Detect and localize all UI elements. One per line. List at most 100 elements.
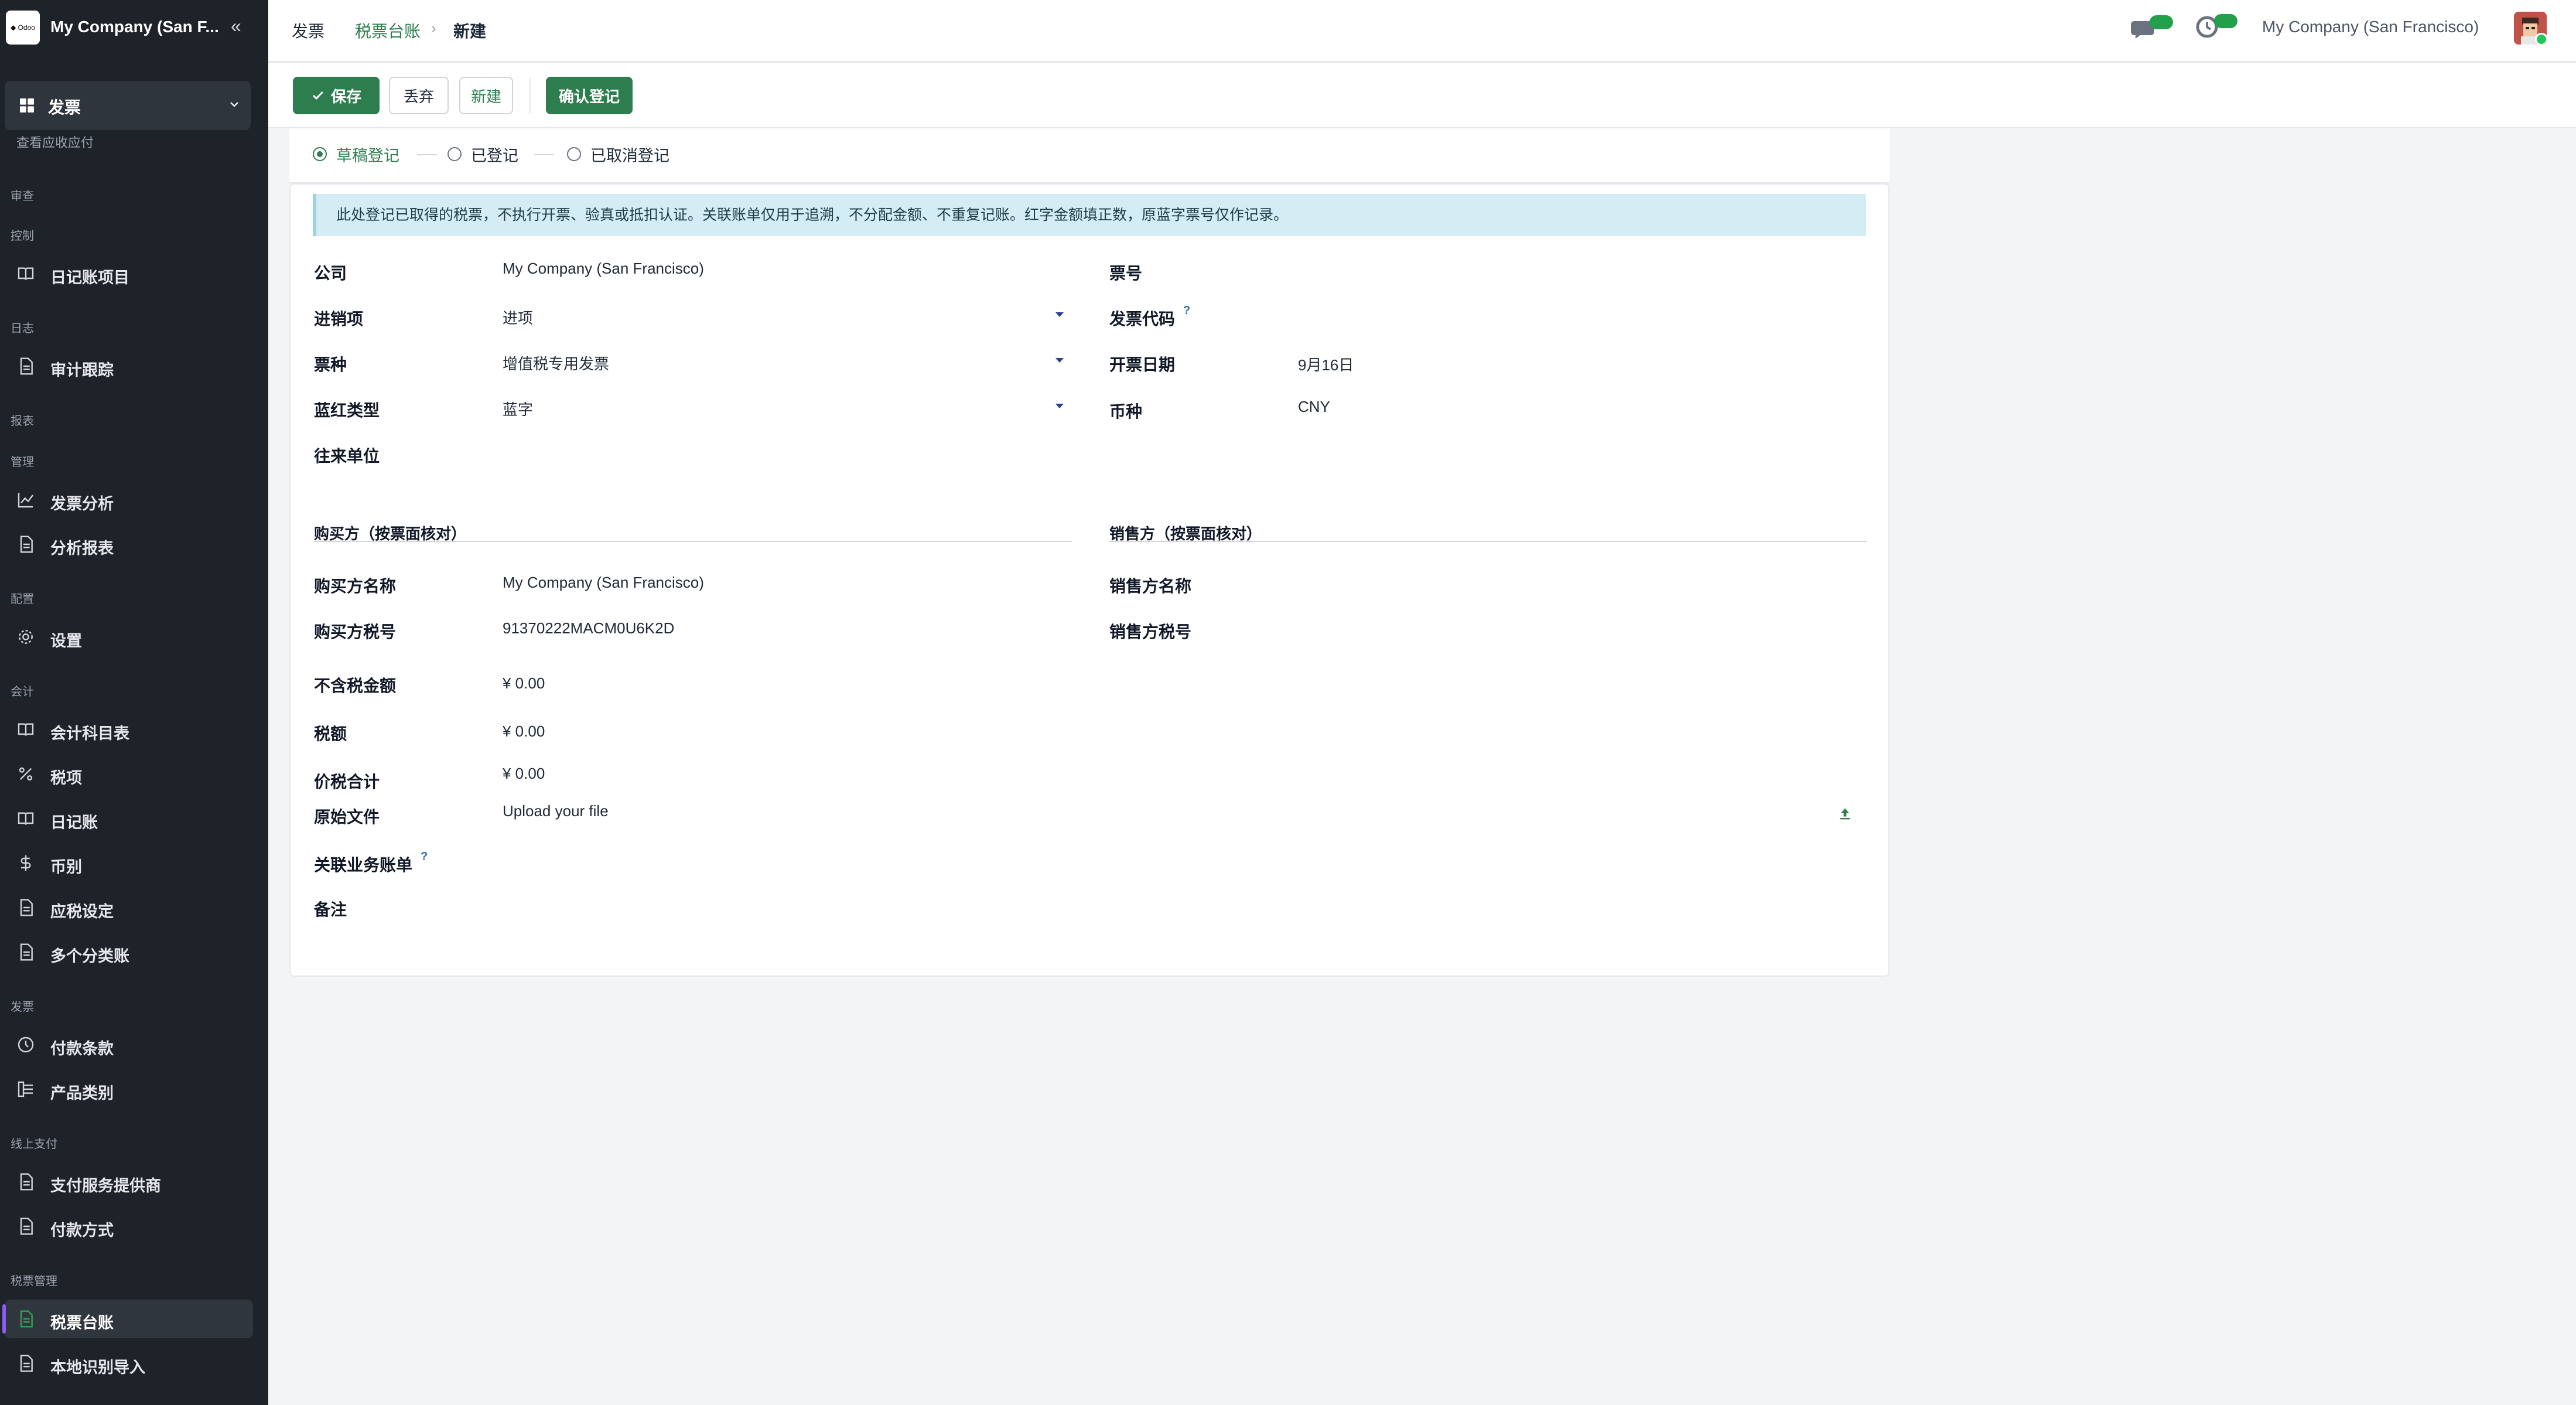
- sidebar-item-analytic-report[interactable]: 分析报表: [5, 525, 253, 564]
- sidebar-item-fiscal-positions[interactable]: 应税设定: [5, 888, 253, 927]
- new-button[interactable]: 新建: [459, 77, 513, 114]
- sidebar-item-payment-terms[interactable]: 付款条款: [5, 1025, 253, 1064]
- line-chart-icon: [18, 493, 33, 508]
- sidebar-item-label: 付款条款: [50, 1040, 114, 1058]
- save-button[interactable]: 保存: [293, 77, 380, 114]
- sidebar-item-multi-ledgers[interactable]: 多个分类账: [5, 933, 253, 971]
- sidebar-item-product-categories[interactable]: 产品类别: [5, 1070, 253, 1109]
- breadcrumb-root[interactable]: 发票: [292, 19, 324, 42]
- collapse-sidebar-icon[interactable]: «: [231, 15, 241, 37]
- chevron-down-icon: [230, 102, 238, 107]
- company-field[interactable]: My Company (San Francisco): [503, 260, 704, 278]
- section-title: 日志: [11, 322, 34, 335]
- upload-icon[interactable]: [1837, 806, 1853, 822]
- sidebar-item-invoice-analysis[interactable]: 发票分析: [5, 480, 253, 519]
- seller-name-field[interactable]: [1298, 574, 1854, 595]
- app-label: 发票: [48, 98, 81, 117]
- dropdown-caret-icon[interactable]: [1055, 404, 1064, 408]
- info-alert: 此处登记已取得的税票，不执行开票、验真或抵扣认证。关联账单仅用于追溯，不分配金额…: [313, 194, 1866, 236]
- sidebar-item-payment-providers[interactable]: 支付服务提供商: [5, 1162, 253, 1201]
- sidebar-item-cut-off[interactable]: 查看应收应付: [16, 132, 94, 149]
- sidebar-item-label: 多个分类账: [50, 947, 129, 965]
- sidebar-item-taxes[interactable]: 税项: [5, 755, 253, 793]
- partner-field[interactable]: [503, 444, 1047, 465]
- sidebar: ◆ Odoo My Company (San F... « 发票 查看应收应付 …: [0, 0, 268, 1405]
- confirm-register-button[interactable]: 确认登记: [546, 77, 633, 114]
- sidebar-item-tax-invoice-ledger[interactable]: 税票台账: [2, 1300, 253, 1338]
- gear-icon: [19, 630, 33, 644]
- invoice-date-field[interactable]: 9月16日: [1298, 353, 1354, 375]
- notes-label: 备注: [314, 901, 347, 919]
- sidebar-item-label: 设置: [50, 632, 82, 650]
- status-draft[interactable]: 草稿登记: [313, 142, 399, 166]
- status-cancelled[interactable]: 已取消登记: [567, 142, 669, 166]
- direction-select[interactable]: 进项: [503, 306, 533, 328]
- document-icon: [20, 1218, 33, 1235]
- invoice-type-label: 票种: [314, 356, 347, 374]
- sidebar-item-audit-trail[interactable]: 审计跟踪: [5, 347, 253, 386]
- partner-label: 往来单位: [314, 447, 380, 465]
- sidebar-item-payment-methods[interactable]: 付款方式: [5, 1207, 253, 1246]
- sidebar-item-settings[interactable]: 设置: [5, 618, 253, 656]
- sidebar-item-label: 会计科目表: [50, 725, 129, 742]
- seller-name-label: 销售方名称: [1109, 577, 1192, 595]
- sidebar-item-label: 日记账: [50, 814, 98, 831]
- status-bar: 草稿登记 已登记 已取消登记: [289, 128, 1890, 183]
- currency-field[interactable]: CNY: [1298, 398, 1330, 416]
- buyer-tax-id-label: 购买方税号: [314, 623, 397, 641]
- invoice-number-field[interactable]: [1298, 261, 1854, 282]
- invoice-code-field[interactable]: [1298, 306, 1854, 328]
- status-label: 已登记: [471, 146, 518, 165]
- color-type-select[interactable]: 蓝字: [503, 398, 533, 420]
- sidebar-item-journals[interactable]: 日记账: [5, 799, 253, 838]
- activity-clock-icon[interactable]: [2195, 13, 2240, 39]
- direction-label: 进销项: [314, 310, 364, 328]
- user-avatar[interactable]: [2514, 12, 2547, 45]
- discard-button[interactable]: 丢弃: [389, 77, 449, 114]
- section-title: 线上支付: [11, 1138, 57, 1151]
- radio-icon: [567, 147, 581, 161]
- hierarchy-icon: [18, 1081, 33, 1097]
- sidebar-item-local-recognition-import[interactable]: 本地识别导入: [5, 1344, 253, 1383]
- section-title: 配置: [11, 593, 34, 606]
- sidebar-item-chart-of-accounts[interactable]: 会计科目表: [5, 710, 253, 749]
- upload-file-field[interactable]: Upload your file: [503, 802, 609, 820]
- status-label: 草稿登记: [336, 146, 399, 165]
- amount-untaxed-field[interactable]: ¥ 0.00: [503, 674, 545, 693]
- sidebar-item-label: 发票分析: [50, 495, 114, 513]
- amount-tax-field[interactable]: ¥ 0.00: [503, 722, 545, 741]
- breadcrumb-parent[interactable]: 税票台账: [355, 19, 421, 42]
- amount-total-field[interactable]: ¥ 0.00: [503, 765, 545, 783]
- help-tooltip-icon[interactable]: ?: [421, 850, 428, 864]
- dropdown-caret-icon[interactable]: [1055, 358, 1064, 363]
- chat-icon[interactable]: [2130, 14, 2174, 40]
- document-icon: [20, 899, 33, 916]
- status-label: 已取消登记: [590, 146, 669, 165]
- seller-tax-id-field[interactable]: [1298, 619, 1854, 640]
- original-file-label: 原始文件: [314, 808, 380, 826]
- document-icon: [20, 943, 33, 961]
- status-registered[interactable]: 已登记: [447, 142, 518, 166]
- dropdown-caret-icon[interactable]: [1055, 312, 1064, 317]
- company-logo[interactable]: ◆ Odoo: [6, 11, 40, 45]
- section-title: 审查: [11, 190, 34, 203]
- section-title: 管理: [11, 456, 34, 469]
- help-tooltip-icon[interactable]: ?: [1183, 304, 1190, 318]
- company-switcher[interactable]: My Company (San Francisco): [2262, 18, 2479, 36]
- invoice-type-select[interactable]: 增值税专用发票: [503, 352, 609, 374]
- sidebar-item-label: 产品类别: [50, 1085, 114, 1102]
- invoice-number-label: 票号: [1109, 264, 1143, 282]
- buyer-tax-id-field[interactable]: 91370222MACM0U6K2D: [503, 619, 674, 637]
- sidebar-item-currencies[interactable]: 币别: [5, 844, 253, 882]
- buyer-name-field[interactable]: My Company (San Francisco): [503, 574, 704, 592]
- invoice-code-label: 发票代码: [1109, 310, 1176, 328]
- invoice-date-label: 开票日期: [1109, 356, 1176, 374]
- app-switcher[interactable]: 发票: [5, 81, 251, 130]
- sidebar-item-journal-items[interactable]: 日记账项目: [5, 254, 253, 293]
- top-bar: 发票 税票台账 › 新建 My Company (San Francisco): [268, 0, 2576, 63]
- sidebar-item-label: 审计跟踪: [50, 362, 114, 379]
- book-icon: [18, 812, 34, 825]
- sidebar-item-label: 本地识别导入: [50, 1359, 145, 1376]
- currency-label: 币种: [1109, 403, 1143, 421]
- company-name[interactable]: My Company (San F...: [50, 18, 219, 36]
